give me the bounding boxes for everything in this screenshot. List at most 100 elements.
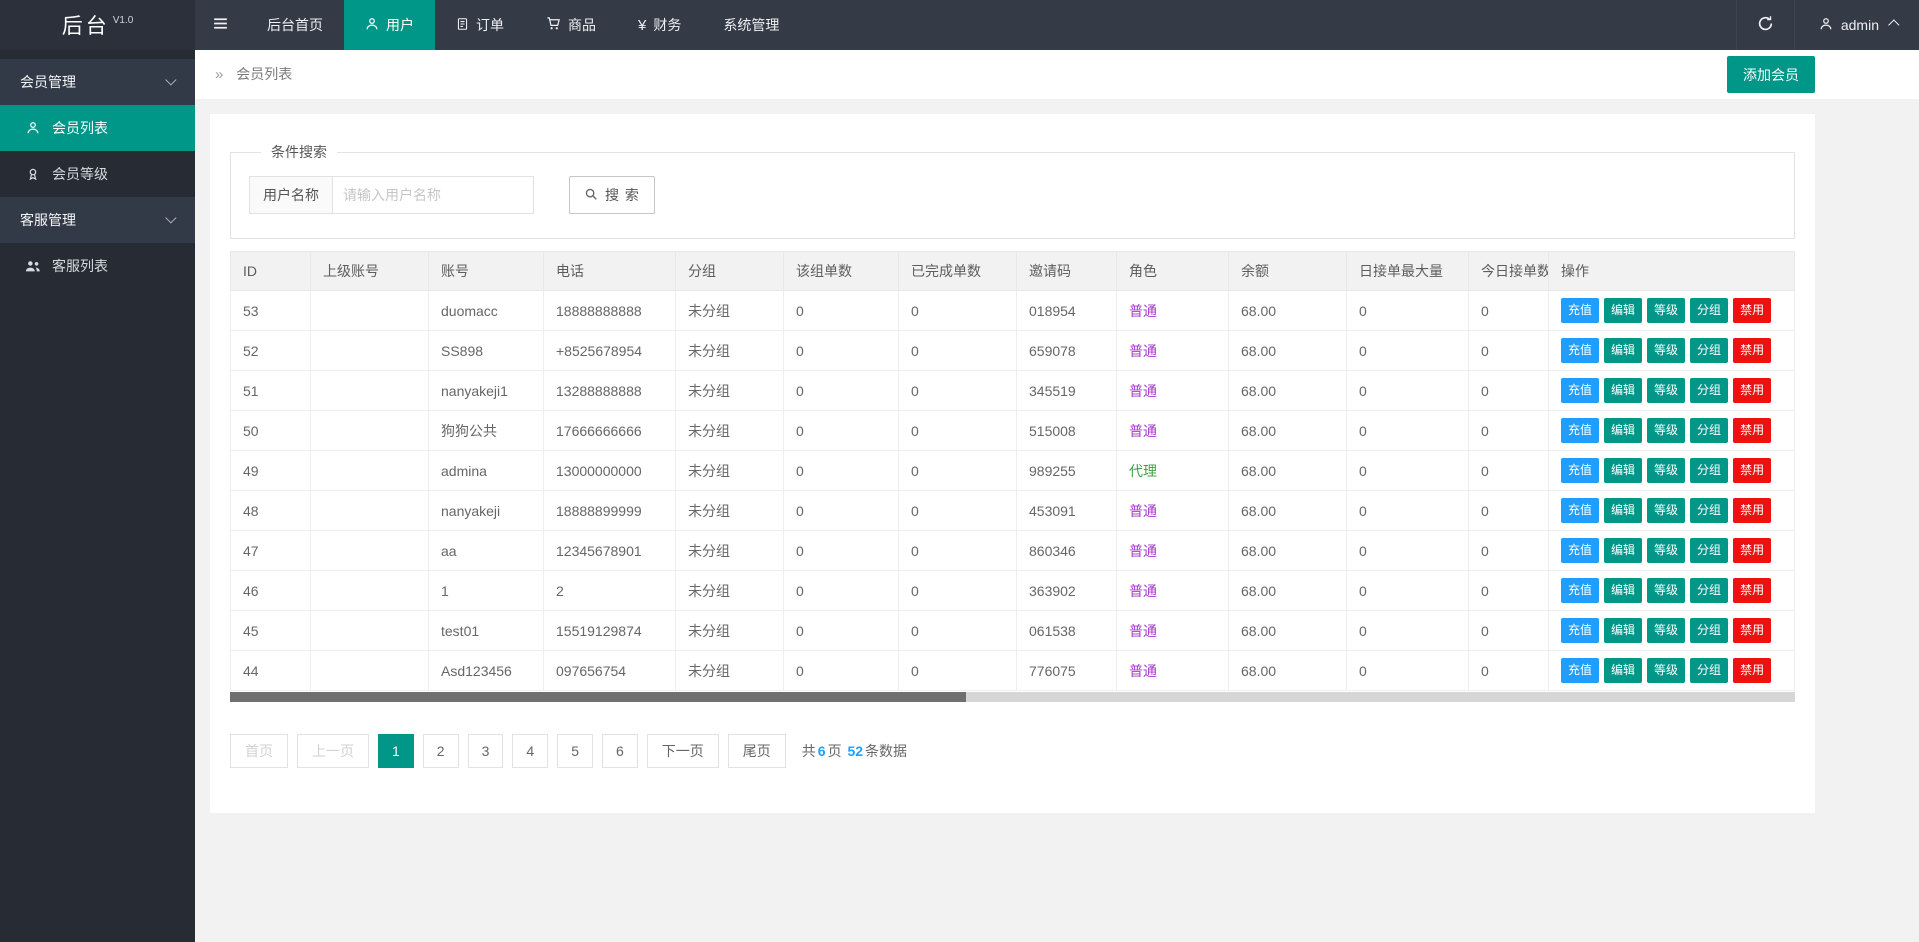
sidebar-item-member-list[interactable]: 会员列表 (0, 105, 195, 151)
nav-item-users[interactable]: 用户 (344, 0, 435, 50)
table-cell (311, 411, 429, 451)
disable-button[interactable]: 禁用 (1733, 338, 1771, 363)
recharge-button[interactable]: 充值 (1561, 578, 1599, 603)
table-row: 53duomacc18888888888未分组00018954普通68.0000… (231, 291, 1795, 331)
sidebar-item-member-level[interactable]: 会员等级 (0, 151, 195, 197)
disable-button[interactable]: 禁用 (1733, 658, 1771, 683)
nav-item-system[interactable]: 系统管理 (702, 0, 800, 50)
level-button[interactable]: 等级 (1647, 458, 1685, 483)
add-member-button[interactable]: 添加会员 (1727, 56, 1815, 93)
group-button[interactable]: 分组 (1690, 458, 1728, 483)
recharge-button[interactable]: 充值 (1561, 498, 1599, 523)
group-button[interactable]: 分组 (1690, 578, 1728, 603)
sidebar-item-service-management[interactable]: 客服管理 (0, 197, 195, 243)
group-button[interactable]: 分组 (1690, 658, 1728, 683)
last-page-button[interactable]: 尾页 (728, 734, 786, 768)
edit-button[interactable]: 编辑 (1604, 498, 1642, 523)
disable-button[interactable]: 禁用 (1733, 538, 1771, 563)
table-cell: 68.00 (1229, 411, 1347, 451)
actions-cell: 充值编辑等级分组禁用 (1549, 531, 1795, 571)
username-input[interactable] (332, 176, 534, 214)
hamburger-icon (212, 15, 229, 35)
level-button[interactable]: 等级 (1647, 418, 1685, 443)
recharge-button[interactable]: 充值 (1561, 338, 1599, 363)
nav-item-label: 用户 (386, 15, 414, 35)
edit-button[interactable]: 编辑 (1604, 378, 1642, 403)
level-button[interactable]: 等级 (1647, 378, 1685, 403)
nav-item-finance[interactable]: ¥财务 (617, 0, 702, 50)
sidebar-item-member-management[interactable]: 会员管理 (0, 59, 195, 105)
sidebar-item-service-list[interactable]: 客服列表 (0, 243, 195, 289)
table-cell (311, 491, 429, 531)
table-row: 50狗狗公共17666666666未分组00515008普通68.0000充值编… (231, 411, 1795, 451)
recharge-button[interactable]: 充值 (1561, 658, 1599, 683)
edit-button[interactable]: 编辑 (1604, 618, 1642, 643)
role-cell: 普通 (1117, 531, 1229, 571)
table-row: 52SS898+8525678954未分组00659078普通68.0000充值… (231, 331, 1795, 371)
users-icon (365, 17, 379, 34)
disable-button[interactable]: 禁用 (1733, 618, 1771, 643)
refresh-button[interactable] (1736, 0, 1794, 50)
group-button[interactable]: 分组 (1690, 298, 1728, 323)
group-button[interactable]: 分组 (1690, 538, 1728, 563)
group-button[interactable]: 分组 (1690, 378, 1728, 403)
disable-button[interactable]: 禁用 (1733, 578, 1771, 603)
edit-button[interactable]: 编辑 (1604, 578, 1642, 603)
disable-button[interactable]: 禁用 (1733, 458, 1771, 483)
page-button-5[interactable]: 5 (557, 734, 593, 768)
level-button[interactable]: 等级 (1647, 618, 1685, 643)
recharge-button[interactable]: 充值 (1561, 538, 1599, 563)
disable-button[interactable]: 禁用 (1733, 298, 1771, 323)
edit-button[interactable]: 编辑 (1604, 298, 1642, 323)
menu-toggle-button[interactable] (195, 0, 246, 50)
level-button[interactable]: 等级 (1647, 538, 1685, 563)
page-button-4[interactable]: 4 (512, 734, 548, 768)
page-button-1[interactable]: 1 (378, 734, 414, 768)
table-cell: 17666666666 (544, 411, 676, 451)
table-cell: 0 (1347, 651, 1469, 691)
level-button[interactable]: 等级 (1647, 338, 1685, 363)
disable-button[interactable]: 禁用 (1733, 418, 1771, 443)
user-menu[interactable]: admin (1794, 0, 1919, 50)
group-button[interactable]: 分组 (1690, 418, 1728, 443)
top-right-menu: admin (1736, 0, 1919, 50)
level-button[interactable]: 等级 (1647, 578, 1685, 603)
edit-button[interactable]: 编辑 (1604, 538, 1642, 563)
page-button-3[interactable]: 3 (468, 734, 504, 768)
search-button[interactable]: 搜 索 (569, 176, 655, 214)
recharge-button[interactable]: 充值 (1561, 458, 1599, 483)
scrollbar-thumb[interactable] (230, 692, 966, 702)
nav-item-home[interactable]: 后台首页 (246, 0, 344, 50)
recharge-button[interactable]: 充值 (1561, 418, 1599, 443)
recharge-button[interactable]: 充值 (1561, 298, 1599, 323)
edit-button[interactable]: 编辑 (1604, 338, 1642, 363)
next-page-button[interactable]: 下一页 (647, 734, 719, 768)
page-button-6[interactable]: 6 (602, 734, 638, 768)
actions-cell: 充值编辑等级分组禁用 (1549, 331, 1795, 371)
horizontal-scrollbar[interactable] (230, 692, 1795, 702)
group-button[interactable]: 分组 (1690, 338, 1728, 363)
edit-button[interactable]: 编辑 (1604, 418, 1642, 443)
actions-cell: 充值编辑等级分组禁用 (1549, 491, 1795, 531)
role-cell: 普通 (1117, 371, 1229, 411)
edit-button[interactable]: 编辑 (1604, 658, 1642, 683)
chevron-up-icon (1888, 19, 1899, 30)
recharge-button[interactable]: 充值 (1561, 378, 1599, 403)
group-button[interactable]: 分组 (1690, 618, 1728, 643)
disable-button[interactable]: 禁用 (1733, 498, 1771, 523)
level-button[interactable]: 等级 (1647, 498, 1685, 523)
nav-item-goods[interactable]: 商品 (525, 0, 617, 50)
recharge-button[interactable]: 充值 (1561, 618, 1599, 643)
disable-button[interactable]: 禁用 (1733, 378, 1771, 403)
nav-item-orders[interactable]: 订单 (435, 0, 525, 50)
table-cell: 0 (784, 651, 899, 691)
level-button[interactable]: 等级 (1647, 658, 1685, 683)
edit-button[interactable]: 编辑 (1604, 458, 1642, 483)
level-button[interactable]: 等级 (1647, 298, 1685, 323)
actions-cell: 充值编辑等级分组禁用 (1549, 611, 1795, 651)
page-button-2[interactable]: 2 (423, 734, 459, 768)
actions-cell: 充值编辑等级分组禁用 (1549, 371, 1795, 411)
table-cell: 0 (784, 491, 899, 531)
table-col-header: 角色 (1117, 252, 1229, 291)
group-button[interactable]: 分组 (1690, 498, 1728, 523)
